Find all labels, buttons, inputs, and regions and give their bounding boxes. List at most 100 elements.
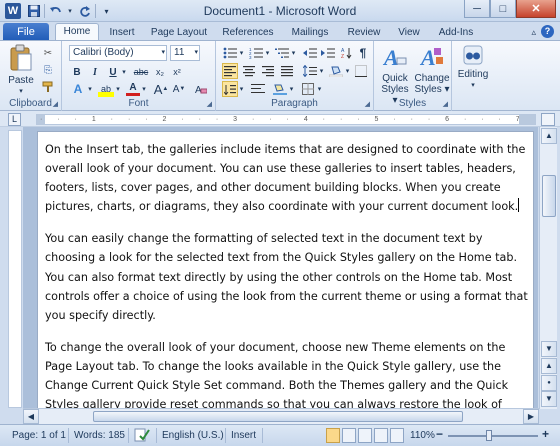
align-right-button[interactable] bbox=[260, 63, 276, 79]
horizontal-scroll-thumb[interactable] bbox=[93, 411, 463, 422]
paragraph-list-icon[interactable] bbox=[250, 81, 266, 97]
horizontal-scrollbar[interactable]: ◀ ▶ bbox=[23, 408, 539, 424]
tab-insert[interactable]: Insert bbox=[102, 25, 142, 41]
tab-references[interactable]: References bbox=[218, 25, 278, 41]
zoom-slider-knob[interactable] bbox=[486, 430, 492, 441]
font-color-button[interactable]: A bbox=[126, 81, 140, 96]
border-grid-icon[interactable] bbox=[300, 81, 316, 97]
full-screen-reading-view-button[interactable] bbox=[342, 428, 356, 443]
text-effects-dropdown-icon[interactable]: ▾ bbox=[86, 81, 94, 97]
scroll-down-button[interactable]: ▼ bbox=[541, 341, 557, 357]
language-status[interactable]: English (U.S.) bbox=[162, 430, 224, 441]
tab-page-layout[interactable]: Page Layout bbox=[147, 25, 211, 41]
tab-selector-button[interactable]: L bbox=[8, 113, 21, 126]
editing-button[interactable]: Editing ▾ bbox=[454, 44, 492, 91]
bullets-icon[interactable] bbox=[222, 45, 238, 61]
numbering-icon[interactable]: 123 bbox=[248, 45, 264, 61]
highlight-button[interactable]: ab bbox=[98, 81, 114, 97]
subscript-button[interactable]: x₂ bbox=[153, 64, 167, 80]
chevron-down-icon[interactable]: ▾ bbox=[316, 81, 323, 97]
help-icon[interactable]: ? bbox=[541, 25, 554, 38]
zoom-out-button[interactable]: − bbox=[436, 427, 443, 441]
superscript-button[interactable]: x² bbox=[170, 64, 184, 80]
maximize-button[interactable]: □ bbox=[490, 0, 516, 18]
minimize-ribbon-icon[interactable]: ▵ bbox=[531, 27, 536, 38]
tab-review[interactable]: Review bbox=[343, 25, 385, 41]
scroll-right-button[interactable]: ▶ bbox=[523, 409, 539, 424]
next-page-button[interactable]: ▼ bbox=[541, 391, 557, 407]
format-painter-icon[interactable] bbox=[40, 79, 56, 95]
bold-button[interactable]: B bbox=[70, 64, 84, 80]
previous-page-button[interactable]: ▲ bbox=[541, 358, 557, 374]
zoom-level[interactable]: 110% bbox=[410, 430, 435, 441]
close-button[interactable]: ✕ bbox=[516, 0, 556, 18]
font-size-combo[interactable]: 11 ▾ bbox=[170, 45, 200, 61]
increase-indent-icon[interactable] bbox=[320, 45, 336, 61]
scroll-left-button[interactable]: ◀ bbox=[23, 409, 39, 424]
grow-font-button[interactable]: A ▲ bbox=[154, 81, 169, 97]
line-spacing-icon[interactable] bbox=[302, 63, 318, 79]
highlight-dropdown-icon[interactable]: ▾ bbox=[114, 81, 122, 97]
chevron-down-icon[interactable]: ▾ bbox=[264, 45, 271, 61]
font-name-combo[interactable]: Calibri (Body) ▾ bbox=[69, 45, 167, 61]
align-left-button[interactable] bbox=[222, 63, 238, 79]
chevron-down-icon[interactable]: ▾ bbox=[290, 45, 297, 61]
paste-button[interactable]: Paste ▾ bbox=[6, 44, 36, 95]
tab-file[interactable]: File bbox=[3, 23, 49, 41]
chevron-down-icon[interactable]: ▾ bbox=[288, 81, 295, 97]
sort-icon[interactable]: AZ bbox=[340, 45, 354, 61]
text-effects-button[interactable]: A bbox=[70, 81, 86, 97]
draft-view-button[interactable] bbox=[390, 428, 404, 443]
scroll-up-button[interactable]: ▲ bbox=[541, 128, 557, 144]
underline-button[interactable]: U bbox=[106, 64, 120, 80]
vertical-ruler[interactable] bbox=[8, 130, 22, 408]
show-formatting-marks-button[interactable]: ¶ bbox=[356, 45, 370, 61]
clear-formatting-icon[interactable]: A bbox=[194, 81, 208, 97]
select-browse-object-button[interactable]: ● bbox=[541, 375, 557, 391]
strikethrough-button[interactable]: abc bbox=[132, 64, 150, 80]
decrease-indent-icon[interactable] bbox=[302, 45, 318, 61]
tab-mailings[interactable]: Mailings bbox=[286, 25, 334, 41]
chevron-down-icon[interactable]: ▾ bbox=[238, 81, 245, 97]
italic-button[interactable]: I bbox=[88, 64, 102, 80]
page-count-status[interactable]: Page: 1 of 1 bbox=[12, 430, 66, 441]
proofing-icon[interactable] bbox=[134, 428, 150, 445]
tab-add-ins[interactable]: Add-Ins bbox=[434, 25, 478, 41]
paragraph-launcher-icon[interactable]: ◢ bbox=[365, 100, 370, 108]
shading-icon[interactable] bbox=[328, 63, 344, 79]
multilevel-list-icon[interactable] bbox=[274, 45, 290, 61]
horizontal-ruler[interactable]: · · · 1 · · · 2 · · · 3 · · · 4 · · · 5 … bbox=[36, 114, 536, 125]
print-layout-view-button[interactable] bbox=[326, 428, 340, 443]
document-page[interactable]: On the Insert tab, the galleries include… bbox=[37, 131, 534, 409]
quick-styles-button[interactable]: A Quick Styles ▾ bbox=[378, 44, 412, 106]
zoom-in-button[interactable]: + bbox=[542, 427, 549, 441]
justify-button[interactable] bbox=[279, 63, 295, 79]
styles-launcher-icon[interactable]: ◢ bbox=[443, 100, 448, 108]
text-direction-button[interactable] bbox=[222, 81, 238, 97]
vertical-scroll-thumb[interactable] bbox=[542, 175, 556, 217]
clipboard-launcher-icon[interactable]: ◢ bbox=[53, 100, 58, 108]
zoom-slider-track[interactable] bbox=[448, 435, 538, 437]
word-count-status[interactable]: Words: 185 bbox=[74, 430, 125, 441]
font-launcher-icon[interactable]: ◢ bbox=[207, 100, 212, 108]
minimize-button[interactable]: ─ bbox=[464, 0, 490, 18]
align-center-button[interactable] bbox=[241, 63, 257, 79]
cut-icon[interactable]: ✂ bbox=[40, 45, 56, 61]
shrink-font-button[interactable]: A ▼ bbox=[172, 81, 186, 97]
chevron-down-icon[interactable]: ▾ bbox=[344, 63, 351, 79]
vertical-scrollbar[interactable]: ▲ ▼ ▲ ● ▼ bbox=[539, 127, 557, 409]
fill-color-icon[interactable] bbox=[272, 81, 288, 97]
copy-icon[interactable]: ⎘ bbox=[40, 62, 56, 78]
web-layout-view-button[interactable] bbox=[358, 428, 372, 443]
view-ruler-button[interactable] bbox=[541, 113, 555, 126]
tab-view[interactable]: View bbox=[393, 25, 425, 41]
insert-mode-status[interactable]: Insert bbox=[231, 430, 256, 441]
outline-view-button[interactable] bbox=[374, 428, 388, 443]
font-color-dropdown-icon[interactable]: ▾ bbox=[140, 81, 148, 97]
chevron-down-icon[interactable]: ▾ bbox=[194, 46, 198, 60]
document-body[interactable]: On the Insert tab, the galleries include… bbox=[45, 140, 530, 409]
borders-icon[interactable] bbox=[354, 63, 368, 79]
change-styles-button[interactable]: A Change Styles ▾ bbox=[414, 44, 450, 95]
chevron-down-icon[interactable]: ▾ bbox=[238, 45, 245, 61]
chevron-down-icon[interactable]: ▾ bbox=[318, 63, 325, 79]
